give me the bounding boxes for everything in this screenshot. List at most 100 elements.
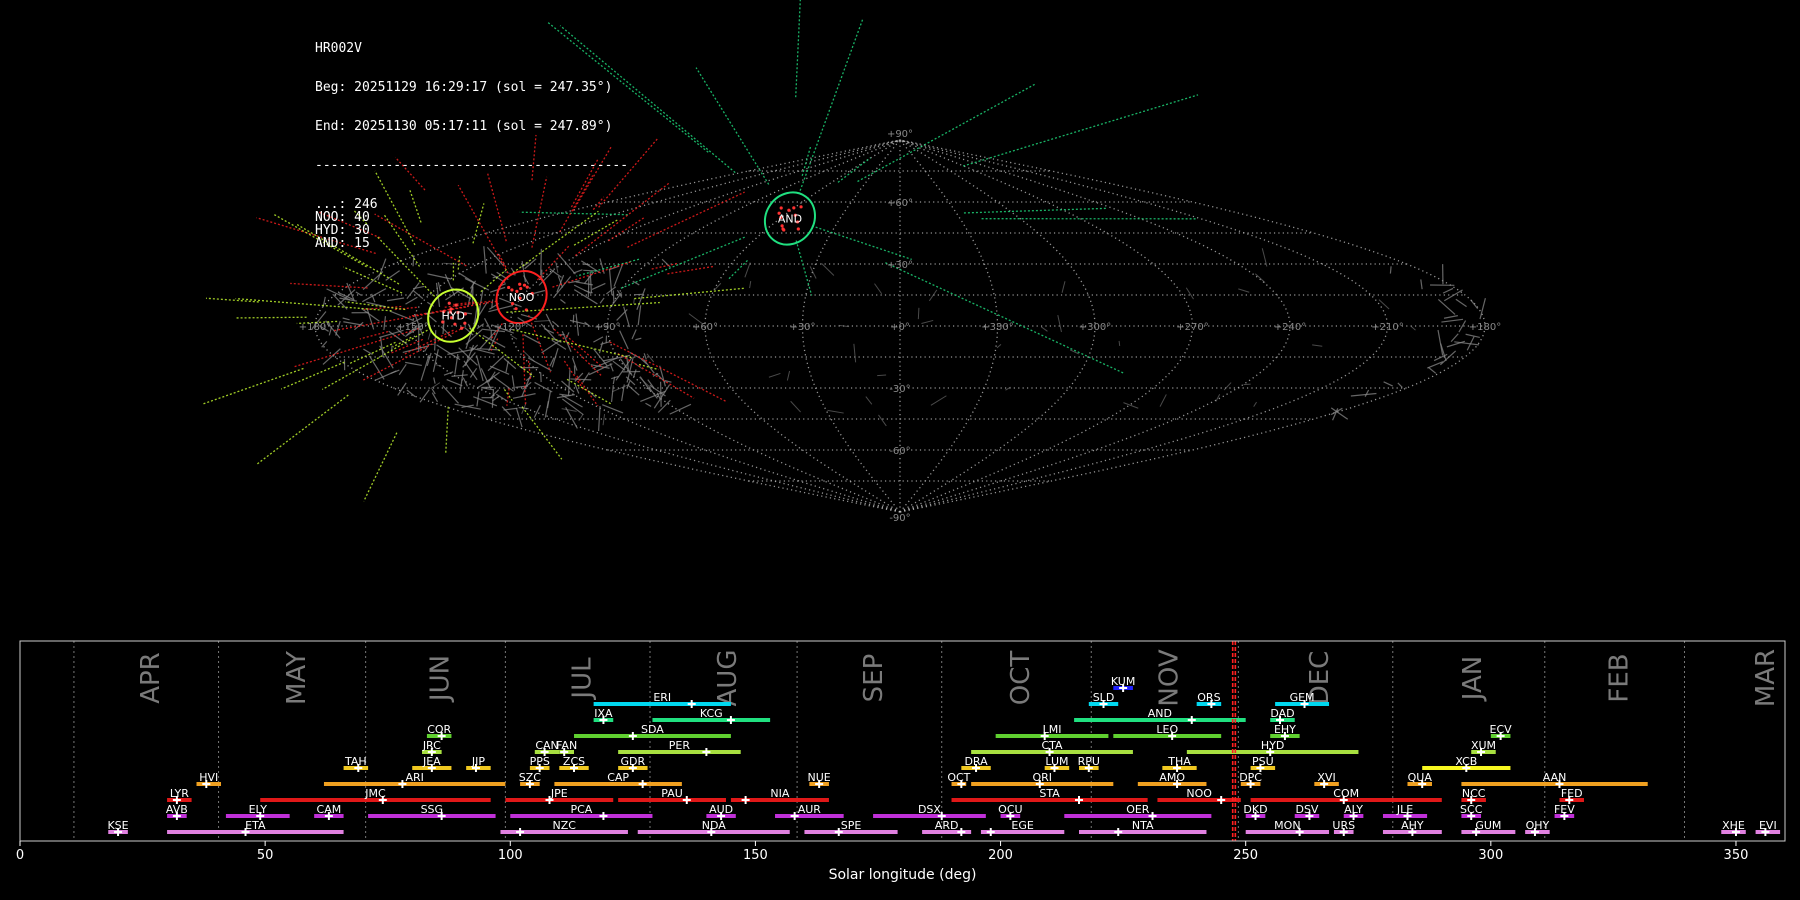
sporadic-track xyxy=(363,348,373,356)
shower-label: OCU xyxy=(998,803,1022,816)
radiant-point xyxy=(507,285,511,290)
sporadic-track xyxy=(1443,315,1458,319)
sporadic-track xyxy=(427,273,452,280)
sporadic-track xyxy=(1397,382,1403,388)
month-label: MAR xyxy=(1751,649,1781,707)
shower-label: KUM xyxy=(1111,675,1135,688)
shower-label: HYD xyxy=(1261,739,1284,752)
month-label: FEB xyxy=(1605,653,1635,702)
sporadic-track xyxy=(714,282,722,291)
shower-label: JLE xyxy=(1396,803,1413,816)
sporadic-track xyxy=(1441,318,1464,323)
sporadic-track xyxy=(412,255,415,267)
sporadic-track xyxy=(575,313,580,336)
shower-label: NDA xyxy=(702,819,727,832)
sporadic-track xyxy=(462,377,469,387)
shower-label: AMO xyxy=(1159,771,1185,784)
shower-label: PAU xyxy=(661,787,683,800)
sporadic-track xyxy=(432,349,439,373)
latitude-label: +60° xyxy=(887,198,913,209)
sporadic-track xyxy=(491,299,494,308)
sporadic-track xyxy=(744,262,751,278)
latitude-label: +30° xyxy=(887,260,913,271)
radiant-point xyxy=(787,208,791,212)
shower-track xyxy=(236,316,307,319)
shower-label: SCC xyxy=(1460,803,1483,816)
sporadic-track xyxy=(397,382,407,396)
shower-label: XVI xyxy=(1317,771,1335,784)
shower-label: ORI xyxy=(1032,771,1052,784)
shower-label: ECV xyxy=(1490,723,1513,736)
sporadic-track xyxy=(1261,248,1268,267)
shower-label: PCA xyxy=(570,803,592,816)
sporadic-track xyxy=(483,246,487,274)
shower-track xyxy=(795,240,813,296)
longitude-label: +120° xyxy=(494,322,526,333)
shower-label: NUE xyxy=(808,771,831,784)
sporadic-track xyxy=(546,390,552,409)
month-label: SEP xyxy=(859,654,889,703)
sporadic-track xyxy=(602,414,606,426)
shower-label: OER xyxy=(1126,803,1150,816)
sporadic-track xyxy=(1253,401,1257,407)
longitude-label: +30° xyxy=(789,322,815,333)
shower-bars: KUM ERI SLD ORS GEM IXA KCG AND DAD COR SDA LMI LEO E… xyxy=(107,641,1781,841)
sporadic-track xyxy=(664,380,672,383)
latitude-label: +90° xyxy=(887,129,913,140)
sporadic-track xyxy=(659,381,662,407)
longitude-label: +180° xyxy=(299,322,331,333)
shower-label: LEO xyxy=(1156,723,1178,736)
sporadic-track xyxy=(483,318,491,330)
sporadic-track xyxy=(573,289,598,305)
shower-label: DSX xyxy=(918,803,941,816)
radiant-point xyxy=(447,301,451,305)
end-time: End: 20251130 05:17:11 (sol = 247.89°) xyxy=(315,119,613,134)
shower-track xyxy=(576,375,599,407)
sporadic-track xyxy=(503,357,517,370)
latitude-label: -60° xyxy=(889,446,910,457)
shower-track xyxy=(280,361,345,390)
sporadic-track xyxy=(523,275,530,285)
shower-label: OHY xyxy=(1526,819,1550,832)
x-axis-label: Solar longitude (deg) xyxy=(829,867,977,883)
sporadic-track xyxy=(930,395,947,406)
x-tick-label: 350 xyxy=(1724,848,1749,863)
shower-track xyxy=(667,265,714,275)
month-label: MAY xyxy=(282,651,312,705)
sporadic-track xyxy=(627,384,640,396)
sporadic-track xyxy=(1389,266,1392,274)
x-tick-label: 250 xyxy=(1233,848,1258,863)
radiant-label: AND xyxy=(778,213,802,226)
radiant-point xyxy=(460,326,464,330)
sporadic-track xyxy=(646,353,655,363)
shower-label: ALY xyxy=(1344,803,1363,816)
shower-label: LYR xyxy=(170,787,189,800)
sporadic-track xyxy=(446,379,463,387)
shower-label: QUA xyxy=(1408,771,1433,784)
shower-label: CAM xyxy=(317,803,342,816)
shower-label: PPS xyxy=(530,755,550,768)
sporadic-track xyxy=(598,405,601,432)
sporadic-track xyxy=(515,408,523,428)
sporadic-track xyxy=(489,389,500,399)
sporadic-track xyxy=(821,263,835,276)
latitude-label: -90° xyxy=(889,513,910,524)
sporadic-track xyxy=(388,330,408,346)
sporadic-track xyxy=(827,409,844,414)
sporadic-track xyxy=(501,406,512,417)
shower-label: AND xyxy=(1148,707,1172,720)
sporadic-track xyxy=(570,378,592,381)
sporadic-track xyxy=(749,281,752,289)
sporadic-track xyxy=(996,344,1002,349)
shower-label: FAN xyxy=(556,739,577,752)
radiant-point xyxy=(518,282,522,286)
sporadic-track xyxy=(1350,392,1377,397)
info-separator: ---------------------------------------- xyxy=(315,158,629,173)
sporadic-track xyxy=(433,377,436,384)
shower-label: XUM xyxy=(1471,739,1496,752)
radiant-point xyxy=(453,322,457,326)
sporadic-track xyxy=(383,316,387,331)
sporadic-track xyxy=(521,372,533,398)
x-tick-label: 50 xyxy=(257,848,274,863)
shower-label: URS xyxy=(1332,819,1355,832)
